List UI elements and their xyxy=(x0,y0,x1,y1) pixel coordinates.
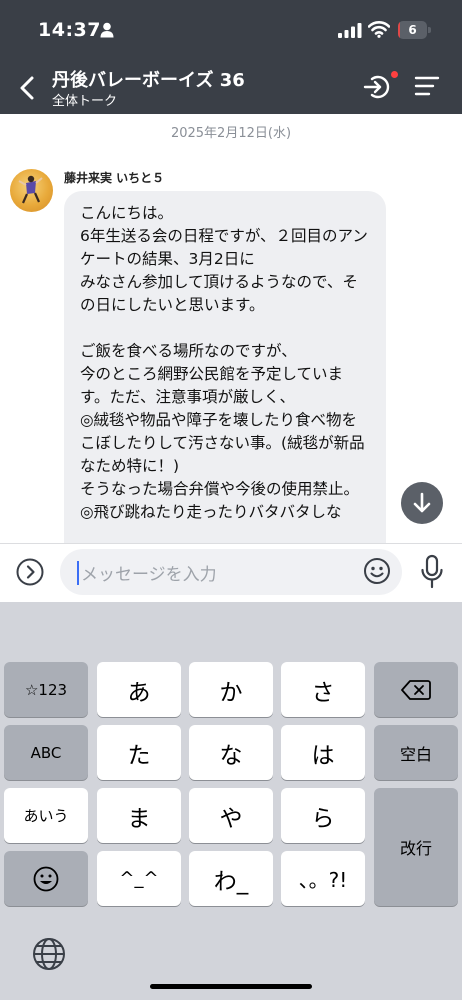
battery-text: 6 xyxy=(408,23,417,37)
signal-icon xyxy=(338,23,362,38)
message-input-bar: メッセージを入力 xyxy=(0,544,462,602)
home-indicator xyxy=(150,984,312,989)
wifi-icon xyxy=(368,21,390,38)
key-ma[interactable]: ま xyxy=(97,788,181,843)
key-ka[interactable]: か xyxy=(189,662,273,717)
status-bar: 14:37 6 xyxy=(0,0,462,54)
mic-icon[interactable] xyxy=(420,554,444,590)
scroll-to-bottom-button[interactable] xyxy=(401,482,443,524)
key-ha[interactable]: は xyxy=(281,725,365,780)
date-separator: 2025年2月12日(水) xyxy=(170,126,292,141)
chat-subtitle: 全体トーク xyxy=(52,94,118,109)
message-bubble[interactable]: こんにちは。 6年生送る会の日程ですが、２回目のアンケートの結果、3月2日に み… xyxy=(64,191,386,544)
key-punctuation[interactable]: 、。?! xyxy=(281,851,365,906)
status-time: 14:37 xyxy=(38,19,101,41)
key-ta[interactable]: た xyxy=(97,725,181,780)
header: 14:37 6 丹後バレーボーイズ 36 全体トーク xyxy=(0,0,462,114)
menu-icon[interactable] xyxy=(414,74,440,98)
message-text: こんにちは。 6年生送る会の日程ですが、２回目のアンケートの結果、3月2日に み… xyxy=(80,204,368,521)
key-emoticon[interactable]: ^_^ xyxy=(97,851,181,906)
avatar[interactable] xyxy=(10,169,53,212)
back-icon[interactable] xyxy=(14,72,42,104)
key-mode-kana[interactable]: あいう xyxy=(4,788,88,843)
person-icon xyxy=(100,22,114,38)
key-ya[interactable]: や xyxy=(189,788,273,843)
notification-dot xyxy=(391,71,398,78)
return-key[interactable]: 改行 xyxy=(374,788,458,906)
chat-title: 丹後バレーボーイズ 36 xyxy=(52,70,245,91)
sender-name: 藤井来実 いちと５ xyxy=(64,171,165,185)
chat-area[interactable]: 2025年2月12日(水) 藤井来実 いちと５ こんにちは。 6年生送る会の日程… xyxy=(0,114,462,544)
emoji-face-icon xyxy=(33,866,59,891)
space-key[interactable]: 空白 xyxy=(374,725,458,780)
key-ra[interactable]: ら xyxy=(281,788,365,843)
emoji-icon[interactable] xyxy=(362,556,392,586)
key-mode-123[interactable]: ☆123 xyxy=(4,662,88,717)
message-placeholder: メッセージを入力 xyxy=(81,565,217,585)
key-sa[interactable]: さ xyxy=(281,662,365,717)
text-caret xyxy=(77,561,79,585)
backspace-icon xyxy=(401,679,431,700)
key-na[interactable]: な xyxy=(189,725,273,780)
chevron-right-icon[interactable] xyxy=(15,557,45,587)
globe-icon[interactable] xyxy=(31,936,67,972)
battery-indicator: 6 xyxy=(398,21,431,39)
key-wa[interactable]: わ_ xyxy=(189,851,273,906)
backspace-key[interactable] xyxy=(374,662,458,717)
key-mode-abc[interactable]: ABC xyxy=(4,725,88,780)
emoji-key[interactable] xyxy=(4,851,88,906)
key-a[interactable]: あ xyxy=(97,662,181,717)
arrow-down-icon xyxy=(413,492,431,513)
